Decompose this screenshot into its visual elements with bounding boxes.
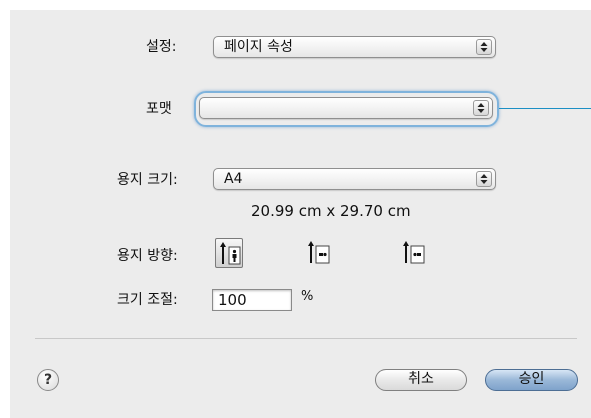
paper-dimensions: 20.99 cm x 29.70 cm bbox=[251, 202, 411, 220]
landscape-left-icon bbox=[308, 241, 330, 264]
scale-unit: % bbox=[301, 289, 314, 304]
format-popup[interactable] bbox=[199, 97, 493, 119]
paper-size-popup[interactable]: A4 bbox=[213, 168, 496, 190]
cancel-button[interactable]: 취소 bbox=[375, 369, 467, 391]
settings-value: 페이지 속성 bbox=[224, 39, 293, 55]
orientation-landscape-right-button[interactable] bbox=[400, 238, 428, 268]
paper-size-value: A4 bbox=[224, 171, 243, 187]
updown-arrows-icon bbox=[476, 39, 492, 55]
settings-label: 설정: bbox=[146, 39, 177, 55]
portrait-person-icon bbox=[220, 242, 241, 265]
orientation-landscape-left-button[interactable] bbox=[305, 238, 333, 268]
settings-popup[interactable]: 페이지 속성 bbox=[213, 36, 496, 58]
scale-label: 크기 조절: bbox=[117, 292, 178, 308]
orientation-portrait-button[interactable] bbox=[215, 238, 243, 268]
paper-size-label: 용지 크기: bbox=[117, 172, 178, 188]
updown-arrows-icon bbox=[476, 171, 492, 187]
scale-field[interactable] bbox=[212, 289, 292, 311]
orientation-label: 용지 방향: bbox=[117, 248, 178, 264]
updown-arrows-icon bbox=[473, 100, 489, 116]
separator bbox=[35, 338, 577, 339]
callout-line bbox=[499, 108, 591, 109]
help-button[interactable]: ? bbox=[37, 369, 59, 391]
format-label: 포맷 bbox=[146, 101, 172, 117]
landscape-right-icon bbox=[403, 241, 425, 264]
ok-button[interactable]: 승인 bbox=[485, 369, 578, 391]
